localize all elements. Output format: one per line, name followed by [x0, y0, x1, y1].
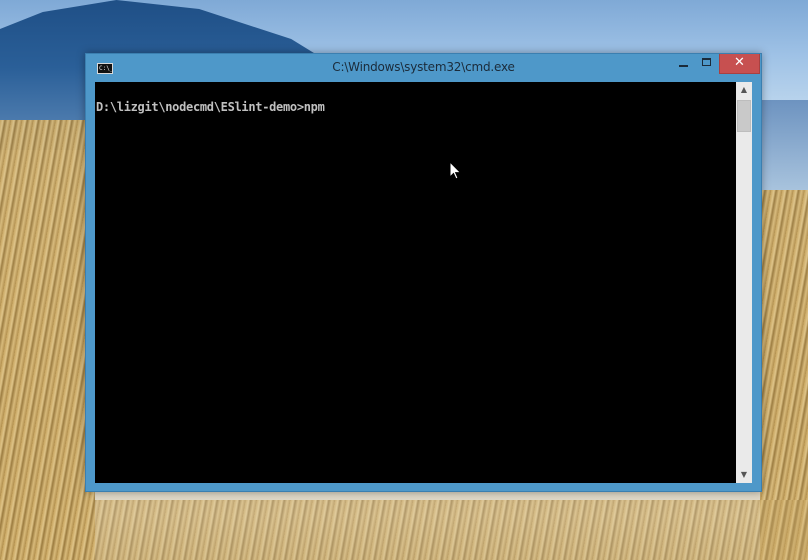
minimize-button[interactable]	[671, 54, 695, 74]
wallpaper-grass-bottom	[0, 500, 808, 560]
console-prompt-line: D:\lizgit\nodecmd\ESlint-demo>npm	[96, 100, 325, 114]
scroll-up-icon[interactable]: ▲	[736, 82, 752, 98]
scroll-thumb[interactable]	[737, 100, 751, 132]
wallpaper-grass-left	[0, 120, 95, 560]
close-icon: ✕	[734, 55, 745, 70]
maximize-button[interactable]	[695, 54, 719, 74]
minimize-icon	[679, 65, 688, 67]
scroll-down-icon[interactable]: ▼	[736, 467, 752, 483]
wallpaper-distant-hills	[760, 100, 808, 190]
maximize-icon	[702, 58, 711, 66]
console-output[interactable]: D:\lizgit\nodecmd\ESlint-demo>npm	[95, 82, 736, 483]
window-title: C:\Windows\system32\cmd.exe	[332, 60, 515, 74]
vertical-scrollbar[interactable]: ▲ ▼	[736, 82, 752, 483]
cmd-window[interactable]: C:\_ C:\Windows\system32\cmd.exe ✕ D:\li…	[85, 53, 762, 492]
title-bar[interactable]: C:\_ C:\Windows\system32\cmd.exe ✕	[86, 54, 761, 82]
mouse-pointer-icon	[449, 161, 462, 180]
close-button[interactable]: ✕	[719, 54, 760, 74]
